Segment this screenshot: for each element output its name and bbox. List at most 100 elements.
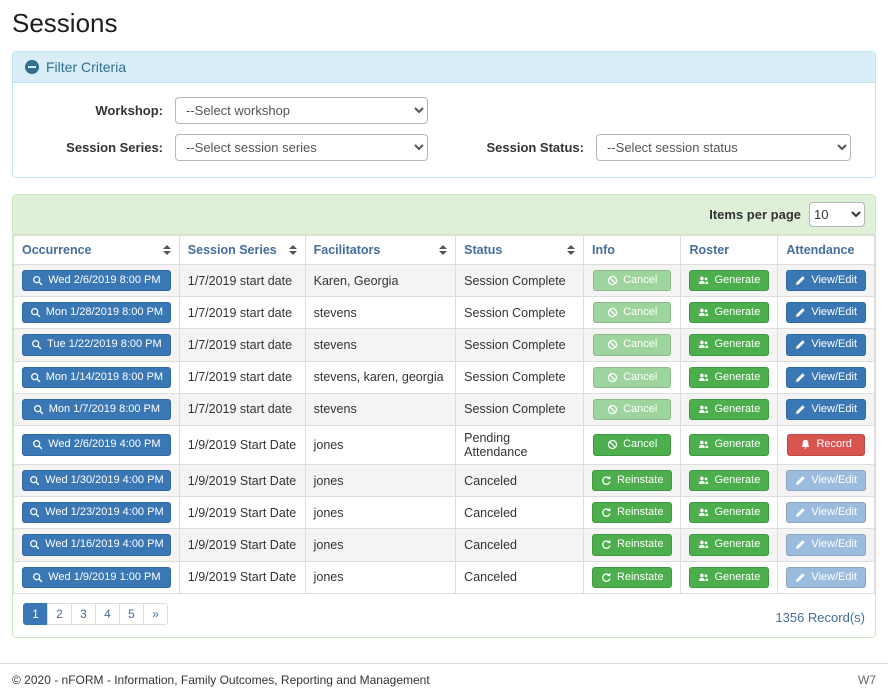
occurrence-button[interactable]: Mon 1/14/2019 8:00 PM (22, 367, 171, 388)
occurrence-cell: Mon 1/14/2019 8:00 PM (14, 361, 180, 393)
ban-icon (607, 307, 618, 318)
pencil-icon (795, 275, 806, 286)
attendance-cell: View/Edit (778, 361, 875, 393)
occurrence-cell: Wed 1/30/2019 4:00 PM (14, 464, 180, 496)
roster-generate-button[interactable]: Generate (689, 399, 769, 420)
info-cell: Cancel (583, 265, 680, 297)
roster-generate-button[interactable]: Generate (689, 534, 769, 555)
column-header-session-series[interactable]: Session Series (179, 236, 305, 265)
pagination-button[interactable]: 1 (23, 603, 48, 625)
attendance-action-button[interactable]: View/Edit (786, 367, 866, 388)
attendance-action-button[interactable]: View/Edit (786, 534, 866, 555)
pagination-button[interactable]: 4 (95, 603, 120, 625)
search-icon (29, 475, 40, 486)
filter-criteria-header[interactable]: Filter Criteria (13, 52, 875, 83)
ban-icon (607, 275, 618, 286)
attendance-action-button[interactable]: View/Edit (786, 502, 866, 523)
session-status-select[interactable]: --Select session status (596, 134, 851, 161)
column-header-facilitators[interactable]: Facilitators (305, 236, 456, 265)
info-action-button[interactable]: Cancel (593, 434, 671, 455)
occurrence-button[interactable]: Tue 1/22/2019 8:00 PM (22, 334, 171, 355)
attendance-action-button[interactable]: View/Edit (786, 334, 866, 355)
pagination-button[interactable]: » (143, 603, 168, 625)
attendance-action-button[interactable]: View/Edit (786, 567, 866, 588)
occurrence-button[interactable]: Wed 2/6/2019 8:00 PM (22, 270, 171, 291)
roster-generate-button[interactable]: Generate (689, 434, 769, 455)
session-series-cell: 1/7/2019 start date (179, 265, 305, 297)
info-cell: Reinstate (583, 529, 680, 561)
facilitators-cell: stevens, karen, georgia (305, 361, 456, 393)
session-series-cell: 1/9/2019 Start Date (179, 497, 305, 529)
session-series-select[interactable]: --Select session series (175, 134, 428, 161)
session-row: Mon 1/7/2019 8:00 PM 1/7/2019 start date… (14, 393, 875, 425)
info-action-button[interactable]: Reinstate (592, 534, 672, 555)
occurrence-button[interactable]: Mon 1/28/2019 8:00 PM (22, 302, 171, 323)
users-icon (698, 372, 709, 383)
column-header-status[interactable]: Status (456, 236, 584, 265)
info-action-button[interactable]: Reinstate (592, 470, 672, 491)
info-action-button[interactable]: Reinstate (592, 567, 672, 588)
info-action-button[interactable]: Cancel (593, 302, 671, 323)
pagination: 1 2 3 4 5 » (23, 603, 168, 625)
session-series-cell: 1/9/2019 Start Date (179, 561, 305, 593)
column-header-occurrence[interactable]: Occurrence (14, 236, 180, 265)
occurrence-button[interactable]: Wed 1/23/2019 4:00 PM (22, 502, 171, 523)
items-per-page-select[interactable]: 10 (809, 202, 865, 227)
session-series-cell: 1/7/2019 start date (179, 297, 305, 329)
session-row: Mon 1/14/2019 8:00 PM 1/7/2019 start dat… (14, 361, 875, 393)
occurrence-cell: Wed 1/16/2019 4:00 PM (14, 529, 180, 561)
column-header-roster: Roster (681, 236, 778, 265)
facilitators-cell: jones (305, 464, 456, 496)
pagination-button[interactable]: 5 (119, 603, 144, 625)
occurrence-button[interactable]: Mon 1/7/2019 8:00 PM (22, 399, 171, 420)
roster-cell: Generate (681, 425, 778, 464)
status-cell: Session Complete (456, 297, 584, 329)
facilitators-cell: Karen, Georgia (305, 265, 456, 297)
roster-generate-button[interactable]: Generate (689, 470, 769, 491)
info-action-button[interactable]: Cancel (593, 367, 671, 388)
info-action-button[interactable]: Cancel (593, 334, 671, 355)
roster-cell: Generate (681, 297, 778, 329)
attendance-action-button[interactable]: View/Edit (786, 302, 866, 323)
attendance-action-button[interactable]: View/Edit (786, 470, 866, 491)
occurrence-button[interactable]: Wed 2/6/2019 4:00 PM (22, 434, 171, 455)
roster-generate-button[interactable]: Generate (689, 302, 769, 323)
sort-icon (439, 245, 447, 255)
session-status-label: Session Status: (484, 140, 596, 155)
occurrence-cell: Tue 1/22/2019 8:00 PM (14, 329, 180, 361)
roster-generate-button[interactable]: Generate (689, 334, 769, 355)
roster-generate-button[interactable]: Generate (689, 502, 769, 523)
roster-cell: Generate (681, 497, 778, 529)
attendance-action-button[interactable]: View/Edit (786, 270, 866, 291)
workshop-select[interactable]: --Select workshop (175, 97, 428, 124)
session-row: Wed 1/30/2019 4:00 PM 1/9/2019 Start Dat… (14, 464, 875, 496)
info-action-button[interactable]: Cancel (593, 399, 671, 420)
roster-cell: Generate (681, 329, 778, 361)
users-icon (698, 307, 709, 318)
info-action-button[interactable]: Cancel (593, 270, 671, 291)
roster-generate-button[interactable]: Generate (689, 567, 769, 588)
roster-generate-button[interactable]: Generate (689, 270, 769, 291)
pagination-button[interactable]: 2 (47, 603, 72, 625)
session-series-cell: 1/7/2019 start date (179, 329, 305, 361)
roster-generate-button[interactable]: Generate (689, 367, 769, 388)
items-per-page-label: Items per page (709, 207, 801, 222)
page-title: Sessions (12, 8, 876, 39)
occurrence-cell: Mon 1/7/2019 8:00 PM (14, 393, 180, 425)
pagination-button[interactable]: 3 (71, 603, 96, 625)
ban-icon (607, 439, 618, 450)
attendance-action-button[interactable]: Record (787, 434, 865, 455)
occurrence-cell: Wed 2/6/2019 4:00 PM (14, 425, 180, 464)
session-series-cell: 1/7/2019 start date (179, 393, 305, 425)
users-icon (698, 507, 709, 518)
attendance-action-button[interactable]: View/Edit (786, 399, 866, 420)
table-toolbar: Items per page 10 (13, 195, 875, 235)
status-cell: Session Complete (456, 265, 584, 297)
occurrence-button[interactable]: Wed 1/30/2019 4:00 PM (22, 470, 171, 491)
minus-circle-icon[interactable] (25, 60, 39, 74)
occurrence-button[interactable]: Wed 1/9/2019 1:00 PM (22, 567, 171, 588)
roster-cell: Generate (681, 361, 778, 393)
occurrence-button[interactable]: Wed 1/16/2019 4:00 PM (22, 534, 171, 555)
info-action-button[interactable]: Reinstate (592, 502, 672, 523)
status-cell: Canceled (456, 529, 584, 561)
